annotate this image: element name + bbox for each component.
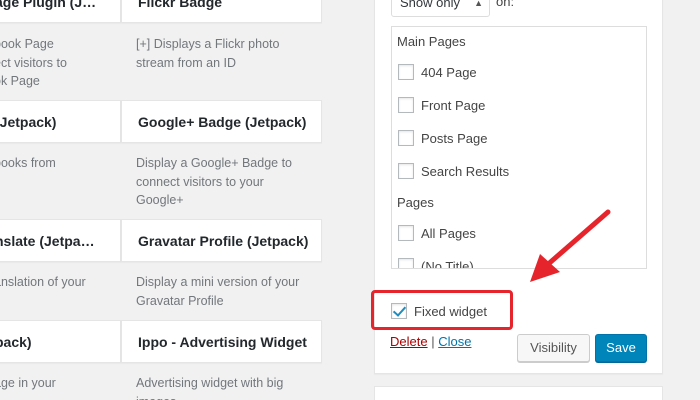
visibility-button[interactable]: Visibility [517, 334, 590, 362]
option-no-title[interactable]: (No Title) [398, 257, 474, 269]
checkbox-search-results[interactable] [398, 163, 414, 179]
checkbox-404-page[interactable] [398, 64, 414, 80]
option-front-page[interactable]: Front Page [398, 96, 485, 114]
widget-flickr-badge-desc: [+] Displays a Flickr photo stream from … [136, 37, 280, 70]
widget-gravatar-profile-title[interactable]: Gravatar Profile (Jetpack) [121, 219, 322, 262]
option-all-pages[interactable]: All Pages [398, 224, 476, 242]
checkbox-posts-page[interactable] [398, 130, 414, 146]
option-label: Posts Page [421, 130, 488, 146]
widget-translate-desc: anslation of your [0, 275, 86, 289]
option-label: Search Results [421, 163, 510, 179]
close-link[interactable]: Close [438, 334, 471, 349]
link-separator: | [431, 334, 435, 349]
widget-flickr-badge-title[interactable]: Flickr Badge [121, 0, 322, 23]
widget-facebook-page-title[interactable]: age Plugin (J… [0, 0, 121, 23]
group-label-main-pages: Main Pages [397, 34, 466, 49]
widget-control-links: Delete | Close [390, 334, 471, 349]
fixed-widget-checkbox[interactable] [391, 303, 407, 319]
delete-link[interactable]: Delete [390, 334, 428, 349]
checkbox-all-pages[interactable] [398, 225, 414, 241]
visibility-rule-suffix: on: [496, 0, 515, 9]
widget-image-desc: age in your [0, 376, 56, 390]
option-label: All Pages [421, 225, 476, 241]
option-posts-page[interactable]: Posts Page [398, 129, 488, 147]
fixed-widget-highlight: Fixed widget [371, 290, 513, 330]
widget-google-badge-desc: Display a Google+ Badge to connect visit… [136, 156, 293, 207]
option-label: (No Title) [421, 258, 474, 269]
chevron-down-icon: ▲▼ [474, 0, 483, 8]
widget-facebook-jetpack-title[interactable]: (Jetpack) [0, 100, 121, 143]
fixed-widget-label: Fixed widget [414, 303, 487, 319]
widget-facebook-page-desc: book Page ect visitors to ok Page [0, 37, 67, 88]
checkbox-no-title[interactable] [398, 258, 414, 268]
widget-ippo-advertising-title[interactable]: Ippo - Advertising Widget [121, 320, 322, 363]
widget-ippo-advertising-desc: Advertising widget with big images [136, 376, 284, 400]
visibility-rule-select-value: Show only [400, 0, 460, 10]
next-widget-panel [374, 386, 663, 400]
widget-google-badge-title[interactable]: Google+ Badge (Jetpack) [121, 100, 322, 143]
checkbox-front-page[interactable] [398, 97, 414, 113]
group-label-pages: Pages [397, 195, 434, 210]
widget-image-title[interactable]: pack) [0, 320, 121, 363]
option-label: 404 Page [421, 64, 477, 80]
option-label: Front Page [421, 97, 486, 113]
widget-facebook-jetpack-desc: books from [0, 156, 56, 170]
option-search-results[interactable]: Search Results [398, 162, 509, 180]
fixed-widget-option[interactable]: Fixed widget [391, 302, 487, 320]
save-button[interactable]: Save [595, 334, 647, 362]
widget-gravatar-profile-desc: Display a mini version of your Gravatar … [136, 275, 300, 308]
option-404-page[interactable]: 404 Page [398, 63, 477, 81]
annotation-arrow-icon [530, 209, 611, 282]
widget-translate-title[interactable]: nslate (Jetpa… [0, 219, 121, 262]
visibility-rule-select[interactable]: Show only ▲▼ [391, 0, 490, 17]
